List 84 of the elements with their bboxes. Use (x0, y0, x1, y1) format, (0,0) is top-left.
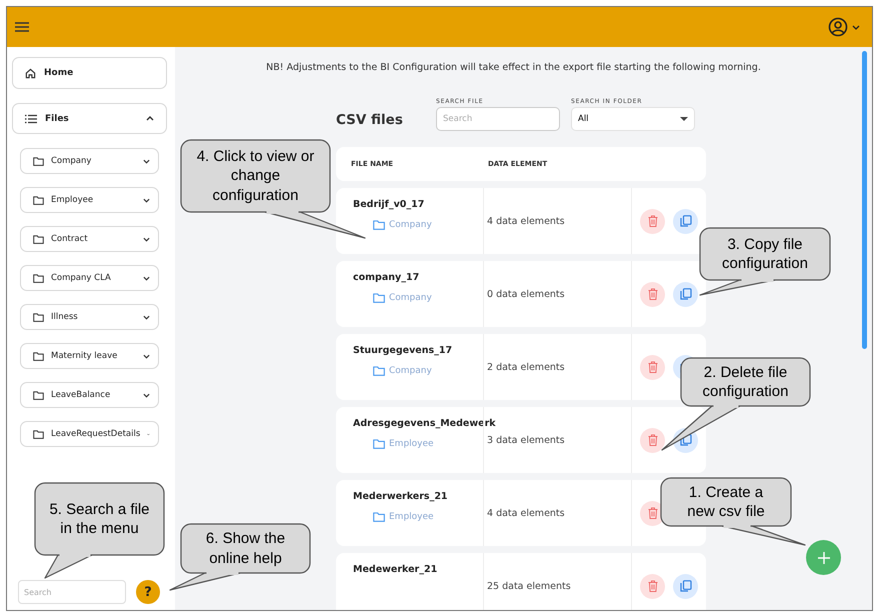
trash-icon (648, 580, 658, 592)
folder-icon (33, 156, 44, 166)
chevron-icon (143, 392, 150, 398)
element-count: 4 data elements (487, 508, 565, 518)
folder-icon (33, 274, 44, 282)
scrollbar[interactable] (862, 51, 867, 349)
folder-icon (373, 366, 385, 376)
home-nav-item[interactable]: Home (12, 57, 167, 89)
callout-tooltip: 3. Copy file configuration (699, 227, 831, 296)
account-icon[interactable] (828, 17, 848, 37)
chevron-icon (146, 116, 154, 121)
folder-nav-item[interactable]: LeaveRequestDetails (20, 421, 159, 447)
folder-icon (33, 196, 44, 204)
folder-icon (373, 220, 385, 230)
folder-icon (373, 512, 385, 522)
home-icon (25, 68, 36, 78)
callout-tooltip: 6. Show the online help (169, 523, 311, 591)
trash-icon (648, 361, 658, 373)
plus-icon (818, 552, 830, 564)
file-name: company_17 (353, 272, 420, 284)
copy-icon (680, 288, 692, 300)
trash-icon (648, 215, 658, 227)
callout-tooltip: 5. Search a file in the menu (34, 482, 165, 579)
chevron-icon (143, 314, 150, 320)
chevron-icon (143, 276, 150, 280)
folder-nav-item[interactable]: Illness (20, 304, 159, 330)
file-name: Stuurgegevens_17 (353, 345, 452, 358)
copy-button[interactable] (673, 208, 698, 234)
folder-name: Company (389, 293, 432, 304)
element-count: 0 data elements (487, 288, 565, 300)
copy-icon (680, 215, 692, 227)
folder-name: Company (389, 366, 432, 376)
element-count: 2 data elements (487, 362, 565, 372)
folder-icon (33, 234, 44, 244)
file-row[interactable]: company_17 Company 0 data elements (336, 261, 706, 327)
copy-button[interactable] (673, 282, 698, 306)
chevron-icon (143, 354, 150, 358)
folder-icon (33, 390, 44, 400)
chevron-icon (143, 198, 150, 202)
callout-tooltip: 2. Delete file configuration (661, 357, 811, 451)
folder-nav-item[interactable]: Maternity leave (20, 343, 159, 369)
file-name: Medewerker_21 (353, 564, 438, 576)
file-row[interactable]: Bedrijf_v0_17 Company 4 data elements (336, 188, 706, 254)
list-icon (25, 114, 37, 124)
folder-select[interactable]: All (571, 107, 695, 131)
file-row[interactable]: Medewerker_21 25 data elements (336, 553, 706, 610)
trash-icon (648, 507, 658, 519)
folder-nav-item[interactable]: Company CLA (20, 265, 159, 291)
folder-nav-item[interactable]: LeaveBalance (20, 382, 159, 408)
add-button[interactable] (806, 540, 841, 575)
copy-icon (680, 580, 692, 592)
menu-search-field[interactable]: Search (18, 580, 126, 604)
caret-icon[interactable] (852, 24, 860, 30)
callout-tooltip: 1. Create a new csv file (660, 477, 806, 546)
file-name: Bedrijf_v0_17 (353, 199, 424, 212)
folder-icon (373, 293, 385, 304)
chevron-icon (143, 158, 150, 164)
folder-name: Company (389, 220, 432, 230)
caret-icon (680, 117, 688, 121)
page-title: CSV files (336, 112, 404, 128)
folder-icon (33, 430, 44, 438)
copy-button[interactable] (673, 574, 698, 598)
element-count: 25 data elements (487, 580, 571, 592)
folder-name: Employee (389, 439, 434, 450)
folder-nav-item[interactable]: Employee (20, 187, 159, 213)
notice-text: NB! Adjustments to the BI Configuration will take effect in the export file starting the following morning. (265, 62, 762, 73)
folder-icon (33, 312, 44, 322)
files-nav-item[interactable]: Files (12, 103, 167, 134)
menu-icon[interactable] (15, 22, 29, 32)
search-file-field[interactable]: Search (436, 107, 560, 131)
help-button[interactable]: ? (136, 580, 160, 604)
chevron-icon (143, 236, 150, 242)
element-count: 3 data elements (487, 434, 565, 446)
folder-icon (33, 352, 44, 360)
folder-icon (373, 439, 385, 450)
trash-icon (648, 288, 658, 300)
element-count: 4 data elements (487, 216, 565, 226)
folder-nav-item[interactable]: Company (20, 148, 159, 174)
trash-icon (648, 434, 658, 446)
file-row[interactable]: Adresgegevens_Medewerk Employee 3 data elements (336, 407, 706, 473)
file-name: Mederwerkers_21 (353, 491, 448, 504)
folder-nav-item[interactable]: Contract (20, 226, 159, 252)
folder-name: Employee (389, 512, 434, 522)
file-name: Adresgegevens_Medewerk (353, 418, 496, 430)
